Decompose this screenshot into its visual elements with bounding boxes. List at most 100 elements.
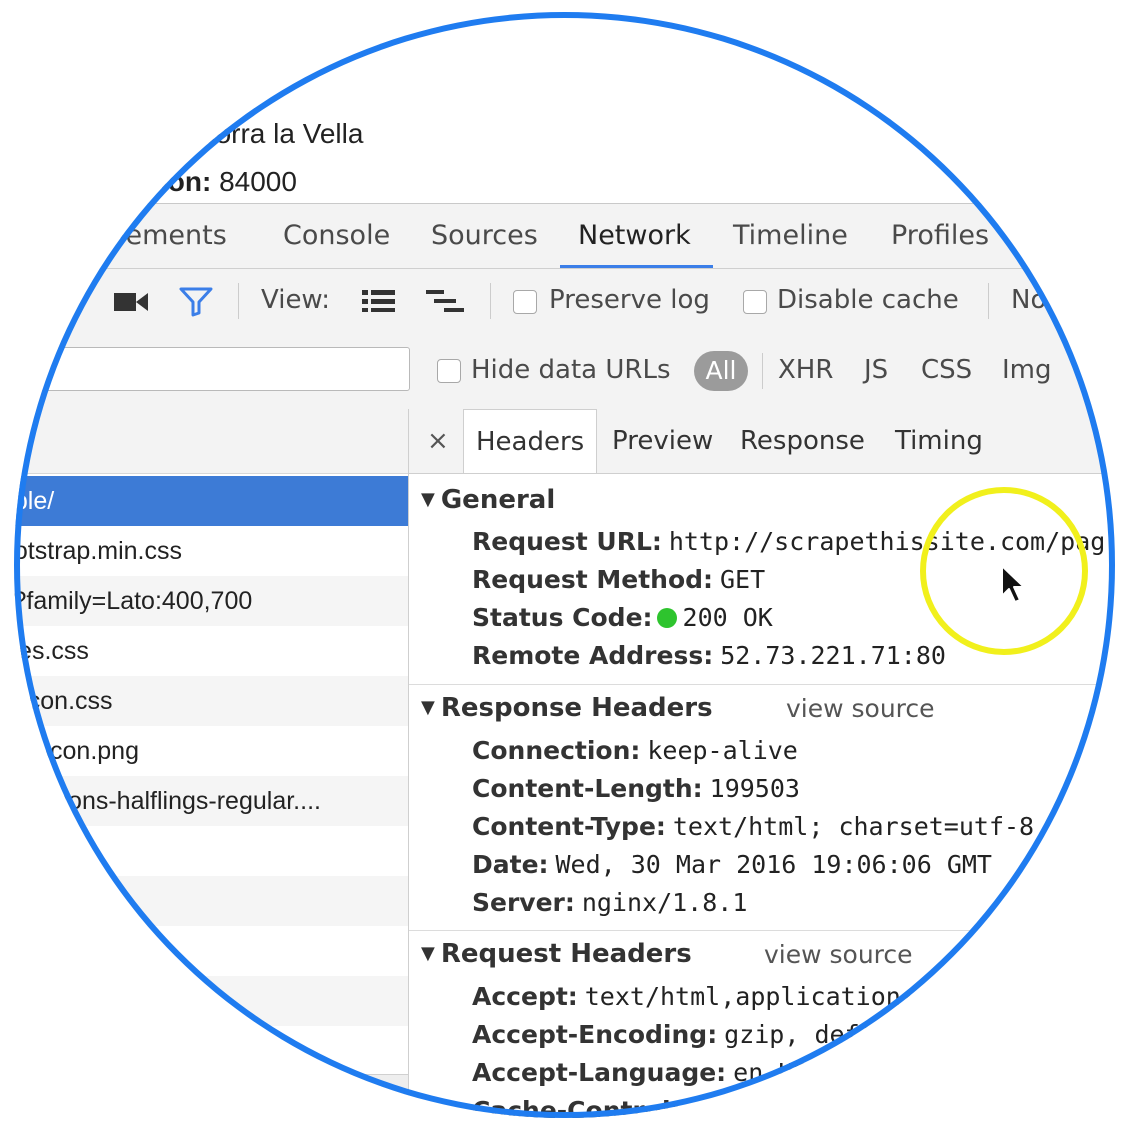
list-view-icon[interactable] bbox=[362, 289, 396, 313]
request-name: g-icon.css bbox=[14, 687, 113, 715]
expand-triangle-icon: ▼ bbox=[421, 489, 435, 510]
header-value: text/html; charset=utf-8 bbox=[672, 812, 1035, 841]
request-row-empty bbox=[14, 876, 408, 926]
request-name: ootstrap.min.css bbox=[14, 537, 183, 565]
filter-all-pill[interactable]: All bbox=[694, 351, 748, 391]
response-headers-toggle[interactable]: ▼ Response Headers bbox=[421, 693, 713, 723]
population-label: ion: bbox=[160, 166, 212, 197]
request-row[interactable]: icons-halflings-regular.... bbox=[14, 776, 408, 826]
header-row: Accept: text/html,application/x bbox=[472, 982, 931, 1012]
filter-icon[interactable] bbox=[178, 285, 214, 317]
mouse-pointer-icon bbox=[1001, 565, 1025, 603]
preserve-log-checkbox[interactable] bbox=[513, 290, 537, 314]
request-row[interactable]: g-icon.css bbox=[14, 676, 408, 726]
view-label: View: bbox=[261, 285, 331, 315]
disable-cache-checkbox[interactable] bbox=[743, 290, 767, 314]
request-row[interactable]: s?family=Lato:400,700 bbox=[14, 576, 408, 626]
header-value: Wed, 30 Mar 2016 19:06:06 GMT bbox=[555, 850, 992, 879]
general-section-toggle[interactable]: ▼ General bbox=[421, 485, 555, 515]
header-row: Accept-Encoding: gzip, defl bbox=[472, 1020, 875, 1050]
header-row: Connection: keep-alive bbox=[472, 736, 798, 766]
devtools-tabbar: lements Console Sources Network Timeline… bbox=[14, 204, 1115, 269]
header-value: GET bbox=[720, 565, 766, 594]
header-row: Cache-Control: max bbox=[472, 1096, 733, 1118]
header-key: Request Method: bbox=[472, 565, 714, 594]
waterfall-view-icon[interactable] bbox=[426, 289, 466, 313]
tab-network[interactable]: Network bbox=[578, 204, 691, 268]
disable-cache-label: Disable cache bbox=[777, 285, 959, 315]
header-value: 52.73.221.71:80 bbox=[720, 641, 946, 670]
hide-data-urls-label: Hide data URLs bbox=[471, 355, 671, 385]
magnifier-lens: dorra la Vella ion: 84000 lements Consol… bbox=[14, 12, 1115, 1118]
filter-css[interactable]: CSS bbox=[921, 355, 972, 385]
toolbar-separator bbox=[490, 283, 491, 319]
tab-timeline[interactable]: Timeline bbox=[733, 204, 848, 268]
header-value: 200 OK bbox=[682, 603, 773, 632]
view-source-link[interactable]: view source bbox=[764, 940, 913, 969]
request-row-empty bbox=[14, 976, 408, 1026]
tab-sources[interactable]: Sources bbox=[431, 204, 538, 268]
filter-xhr[interactable]: XHR bbox=[778, 355, 833, 385]
header-row: Server: nginx/1.8.1 bbox=[472, 888, 747, 918]
tab-profiles[interactable]: Profiles bbox=[891, 204, 989, 268]
header-key: Connection: bbox=[472, 736, 641, 765]
preserve-log-label: Preserve log bbox=[549, 285, 710, 315]
request-list: nple/ ootstrap.min.css s?family=Lato:400… bbox=[14, 409, 409, 1118]
throttle-select[interactable]: No bbox=[1011, 285, 1046, 315]
filter-media[interactable]: M bbox=[1083, 355, 1105, 385]
details-tabbar: × Headers Preview Response Timing bbox=[409, 409, 1115, 474]
request-name: per-icon.png bbox=[14, 737, 139, 765]
tab-headers[interactable]: Headers bbox=[463, 409, 598, 473]
tab-response[interactable]: Response bbox=[740, 409, 865, 473]
view-source-link[interactable]: view source bbox=[786, 694, 935, 723]
record-icon[interactable] bbox=[114, 291, 148, 313]
response-headers-title: Response Headers bbox=[440, 693, 713, 723]
population-value: 84000 bbox=[211, 166, 297, 197]
header-row: Request Method: GET bbox=[472, 565, 765, 595]
header-key: Accept-Encoding: bbox=[472, 1020, 718, 1049]
header-key: Remote Address: bbox=[472, 641, 714, 670]
header-key: Date: bbox=[472, 850, 549, 879]
request-row-empty bbox=[14, 926, 408, 976]
tab-console[interactable]: Console bbox=[283, 204, 390, 268]
header-key: Status Code: bbox=[472, 603, 653, 632]
header-row: Date: Wed, 30 Mar 2016 19:06:06 GMT bbox=[472, 850, 992, 880]
header-key: Accept: bbox=[472, 982, 578, 1011]
tab-timing[interactable]: Timing bbox=[895, 409, 983, 473]
hide-data-urls-checkbox[interactable] bbox=[437, 359, 461, 383]
filter-bar: Hide data URLs All XHR JS CSS Img M bbox=[14, 335, 1115, 410]
status-ok-icon bbox=[656, 608, 677, 628]
header-key: Server: bbox=[472, 888, 575, 917]
header-key: Request URL: bbox=[472, 527, 662, 556]
request-row-empty bbox=[14, 1026, 408, 1076]
header-row: Remote Address: 52.73.221.71:80 bbox=[472, 641, 946, 671]
request-headers-toggle[interactable]: ▼ Request Headers bbox=[421, 939, 692, 969]
tab-elements[interactable]: lements bbox=[118, 204, 227, 268]
active-tab-indicator bbox=[560, 265, 713, 268]
header-row: Content-Type: text/html; charset=utf-8 bbox=[472, 812, 1034, 842]
header-value: gzip, defl bbox=[724, 1020, 875, 1049]
request-row[interactable]: nple/ bbox=[14, 476, 408, 526]
expand-triangle-icon: ▼ bbox=[421, 943, 435, 964]
request-row[interactable]: ootstrap.min.css bbox=[14, 526, 408, 576]
filter-input[interactable] bbox=[14, 347, 410, 391]
section-divider bbox=[409, 684, 1115, 685]
general-title: General bbox=[440, 485, 556, 515]
request-row[interactable]: yles.css bbox=[14, 626, 408, 676]
filter-img[interactable]: Img bbox=[1002, 355, 1052, 385]
request-row[interactable]: per-icon.png bbox=[14, 726, 408, 776]
header-value: keep-alive bbox=[647, 736, 798, 765]
header-key: Cache-Control: bbox=[472, 1096, 681, 1118]
page-population-text: ion: 84000 bbox=[160, 166, 297, 198]
header-key: Content-Length: bbox=[472, 774, 703, 803]
request-name: icons-halflings-regular.... bbox=[50, 787, 321, 815]
close-icon[interactable]: × bbox=[427, 409, 449, 473]
header-value: 199503 bbox=[709, 774, 800, 803]
header-key: Content-Type: bbox=[472, 812, 666, 841]
header-row: Content-Length: 199503 bbox=[472, 774, 800, 804]
tab-preview[interactable]: Preview bbox=[612, 409, 713, 473]
toolbar-separator bbox=[238, 283, 239, 319]
request-name: nple/ bbox=[14, 487, 55, 515]
filter-js[interactable]: JS bbox=[864, 355, 888, 385]
header-value: text/html,application/x bbox=[584, 982, 931, 1011]
